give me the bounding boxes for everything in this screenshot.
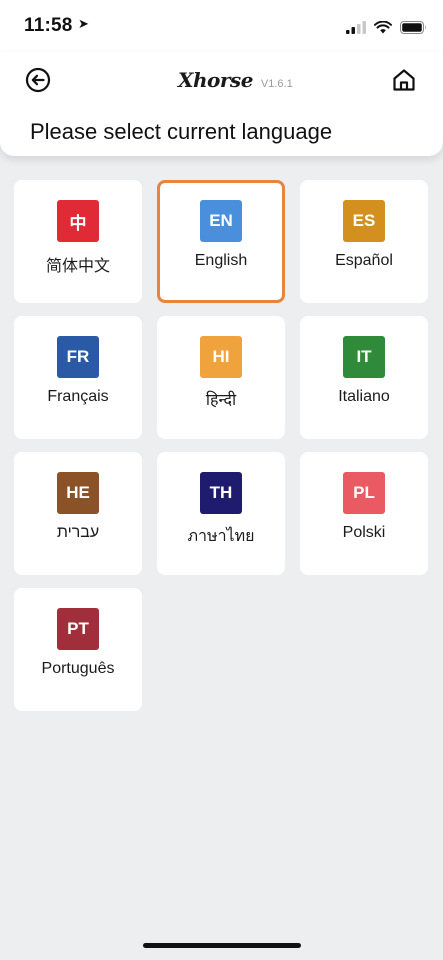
- cellular-signal-icon: [346, 20, 366, 34]
- wifi-icon: [374, 20, 392, 33]
- language-badge: PT: [57, 608, 99, 650]
- language-label: Polski: [342, 524, 386, 541]
- battery-icon: [400, 20, 426, 34]
- status-time: 11:58: [24, 15, 73, 36]
- status-bar: 11:58 ➤: [0, 0, 443, 52]
- language-label: 简体中文: [45, 258, 110, 275]
- language-badge: IT: [343, 336, 385, 378]
- language-label: English: [194, 252, 248, 269]
- language-tile-th[interactable]: TH ภาษาไทย: [157, 452, 285, 575]
- language-tile-zh[interactable]: 中 简体中文: [14, 180, 142, 303]
- back-arrow-icon: [25, 67, 51, 93]
- language-badge: 中: [57, 200, 99, 242]
- app-header: Xhorse V1.6.1 Please select current lang…: [0, 52, 443, 156]
- language-badge: ES: [343, 200, 385, 242]
- brand: Xhorse V1.6.1: [178, 68, 293, 92]
- language-badge: EN: [200, 200, 242, 242]
- language-label: Português: [41, 660, 115, 677]
- language-label: Italiano: [338, 388, 390, 405]
- status-icons: [346, 18, 427, 36]
- language-label: Français: [47, 388, 109, 405]
- language-tile-en[interactable]: EN English: [157, 180, 285, 303]
- language-tile-pt[interactable]: PT Português: [14, 588, 142, 711]
- language-label: Español: [335, 252, 393, 269]
- location-arrow-icon: ➤: [78, 16, 89, 31]
- language-tile-es[interactable]: ES Español: [300, 180, 428, 303]
- language-badge: PL: [343, 472, 385, 514]
- language-label: ภาษาไทย: [187, 528, 255, 545]
- app-version: V1.6.1: [260, 78, 293, 90]
- language-label: עברית: [56, 524, 100, 541]
- home-indicator[interactable]: [143, 943, 301, 948]
- language-tile-he[interactable]: HE עברית: [14, 452, 142, 575]
- language-tile-fr[interactable]: FR Français: [14, 316, 142, 439]
- language-badge: HE: [57, 472, 99, 514]
- back-button[interactable]: [22, 64, 54, 96]
- language-tile-hi[interactable]: HI हिन्दी: [157, 316, 285, 439]
- language-label: हिन्दी: [205, 392, 237, 409]
- language-tile-it[interactable]: IT Italiano: [300, 316, 428, 439]
- page-title: Please select current language: [30, 119, 333, 144]
- brand-logo: Xhorse: [178, 68, 253, 92]
- language-grid: 中 简体中文 EN English ES Español FR Français…: [14, 180, 429, 711]
- language-badge: TH: [200, 472, 242, 514]
- language-tile-pl[interactable]: PL Polski: [300, 452, 428, 575]
- language-badge: FR: [57, 336, 99, 378]
- home-button[interactable]: [387, 63, 421, 97]
- language-badge: HI: [200, 336, 242, 378]
- home-icon: [393, 69, 415, 91]
